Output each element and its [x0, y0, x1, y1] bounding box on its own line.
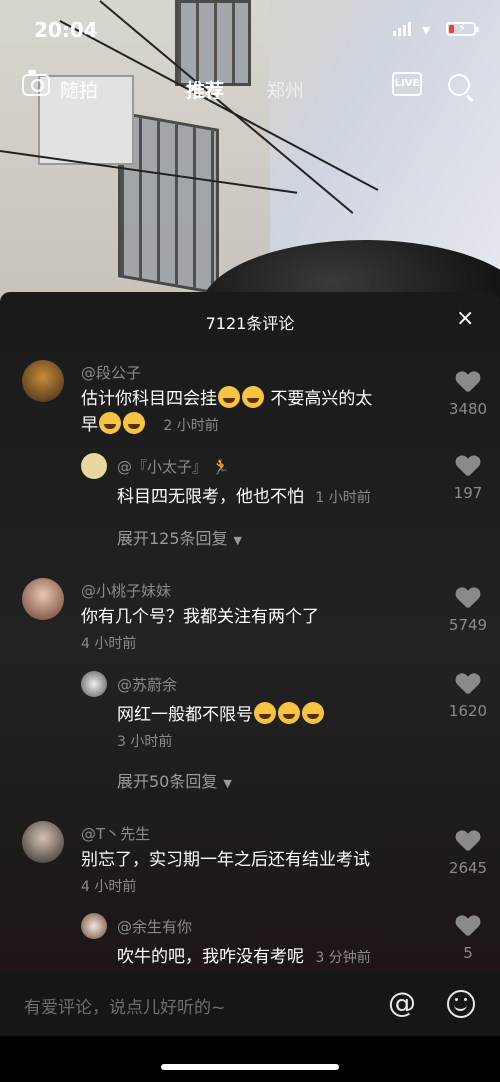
home-indicator[interactable]: [161, 1064, 339, 1070]
battery-icon: ⚡: [446, 21, 479, 36]
wifi-icon: ▾: [422, 20, 431, 39]
reply-username[interactable]: @苏蔚余: [117, 674, 177, 695]
laugh-cry-emoji-icon: [254, 702, 276, 724]
reply-time: 3 小时前: [117, 734, 173, 750]
caret-down-icon: ▼: [233, 534, 243, 547]
heart-icon: [456, 831, 480, 853]
laugh-cry-emoji-icon: [242, 386, 264, 408]
close-icon[interactable]: ×: [456, 308, 474, 330]
expand-replies-button[interactable]: 展开50条回复 ▼: [117, 768, 232, 792]
status-time: 20:04: [34, 18, 98, 42]
like-button[interactable]: 197: [440, 456, 496, 502]
heart-icon: [456, 916, 480, 938]
comment-username[interactable]: @T丶先生: [81, 823, 150, 844]
reply-username[interactable]: @余生有你: [117, 916, 192, 937]
comments-sheet: 7121条评论 × @段公子 估计你科目四会挂 不要高兴的太 早 2 小时前 3…: [0, 292, 500, 1082]
laugh-cry-emoji-icon: [278, 702, 300, 724]
reply-time: 1 小时前: [315, 490, 371, 506]
avatar[interactable]: [22, 360, 64, 402]
comments-title: 7121条评论: [205, 314, 295, 333]
live-icon[interactable]: LIVE: [392, 72, 422, 96]
like-count: 5749: [448, 616, 488, 634]
avatar[interactable]: [22, 578, 64, 620]
expand-replies-button[interactable]: 展开125条回复 ▼: [117, 525, 242, 549]
like-count: 1620: [448, 702, 488, 720]
like-count: 3480: [448, 400, 488, 418]
comment-username[interactable]: @段公子: [81, 362, 141, 383]
like-count: 2645: [448, 859, 488, 877]
like-button[interactable]: 5: [440, 916, 496, 962]
like-button[interactable]: 3480: [440, 372, 496, 418]
like-button[interactable]: 2645: [440, 831, 496, 877]
reply-username[interactable]: @『小太子』 🏃: [117, 456, 230, 477]
like-count: 197: [453, 484, 483, 502]
grin-emoji-icon: [123, 412, 145, 434]
caret-down-icon: ▼: [223, 777, 232, 790]
reply-text: 科目四无限考，他也不怕 1 小时前: [117, 487, 371, 507]
camera-icon[interactable]: [22, 70, 50, 96]
reply-time: 3 分钟前: [315, 950, 371, 966]
heart-icon: [456, 588, 480, 610]
comment-time: 2 小时前: [163, 418, 219, 434]
comment-time: 4 小时前: [81, 636, 137, 652]
home-indicator-area: [0, 1036, 500, 1082]
laugh-cry-emoji-icon: [218, 386, 240, 408]
heart-icon: [456, 372, 480, 394]
status-bar: 20:04 ▾ ⚡: [0, 0, 500, 60]
like-button[interactable]: 1620: [440, 674, 496, 720]
top-navigation: 随拍 推荐 郑州 LIVE: [0, 68, 500, 108]
like-count: 5: [463, 944, 473, 962]
avatar[interactable]: [22, 821, 64, 863]
heart-icon: [456, 674, 480, 696]
heart-icon: [456, 456, 480, 478]
camera-label[interactable]: 随拍: [60, 76, 98, 103]
comment-text: 别忘了，实习期一年之后还有结业考试: [81, 850, 370, 870]
emoji-picker-icon[interactable]: [447, 990, 475, 1018]
comment-time: 4 小时前: [81, 879, 137, 895]
laugh-cry-emoji-icon: [302, 702, 324, 724]
reply-text: 网红一般都不限号: [117, 702, 437, 728]
comment-username[interactable]: @小桃子妹妹: [81, 580, 171, 601]
tab-recommend[interactable]: 推荐: [186, 76, 224, 103]
grin-emoji-icon: [99, 412, 121, 434]
comment-text: 估计你科目四会挂 不要高兴的太 早 2 小时前: [81, 386, 431, 439]
at-mention-icon[interactable]: @: [388, 986, 416, 1019]
signal-icon: [393, 22, 411, 36]
comment-input[interactable]: 有爱评论，说点儿好听的~: [24, 993, 225, 1018]
avatar[interactable]: [81, 671, 107, 697]
tab-city[interactable]: 郑州: [266, 76, 304, 103]
avatar[interactable]: [81, 453, 107, 479]
avatar[interactable]: [81, 913, 107, 939]
comment-text: 你有几个号？我都关注有两个了: [81, 607, 319, 627]
search-icon[interactable]: [448, 74, 470, 96]
runner-emoji-icon: 🏃: [211, 458, 231, 476]
like-button[interactable]: 5749: [440, 588, 496, 634]
comment-input-bar: 有爱评论，说点儿好听的~ @: [0, 972, 500, 1036]
reply-text: 吹牛的吧，我咋没有考呢 3 分钟前: [117, 947, 371, 967]
